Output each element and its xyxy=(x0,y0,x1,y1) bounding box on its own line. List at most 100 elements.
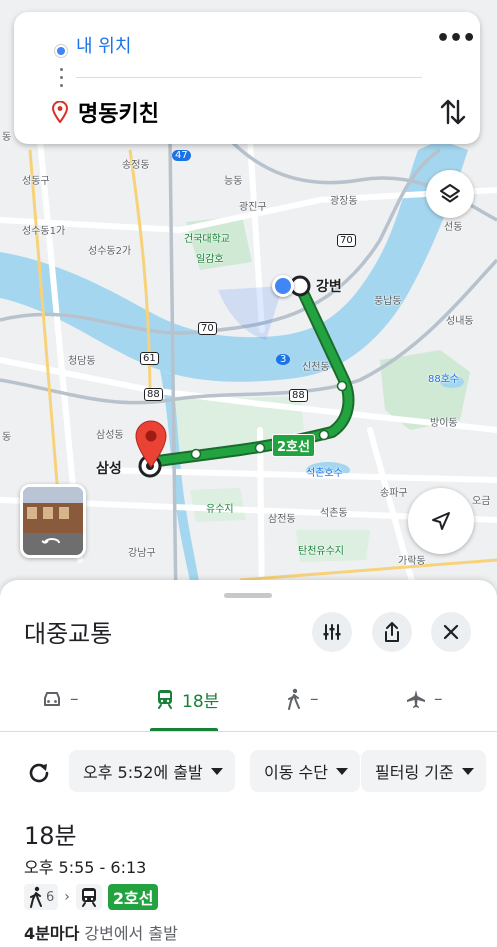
frequency-origin: 강변에서 출발 xyxy=(79,924,178,943)
map-label: 유수지 xyxy=(206,504,234,515)
highway-shield: 47 xyxy=(172,150,191,161)
more-options-button[interactable]: ••• xyxy=(436,28,476,56)
map-label: 가락동 xyxy=(398,556,426,567)
map-label: 동 xyxy=(2,132,12,143)
filter-label: 필터링 기준 xyxy=(375,763,454,782)
divider xyxy=(76,77,422,78)
walking-icon xyxy=(30,886,42,908)
street-view-thumbnail[interactable] xyxy=(20,484,86,558)
map-label: 일감호 xyxy=(196,254,224,265)
divider xyxy=(0,731,497,732)
subway-icon xyxy=(81,888,96,907)
close-icon xyxy=(443,624,459,640)
route-time-range: 오후 5:55 - 6:13 xyxy=(24,858,147,877)
street-view-image xyxy=(23,487,83,555)
map-label: 건국대학교 xyxy=(184,234,230,245)
share-button[interactable] xyxy=(372,612,412,652)
map-label: 88호수 xyxy=(428,374,460,385)
transit-step xyxy=(75,884,102,910)
dropdown-caret-icon xyxy=(210,767,223,775)
directions-search-card: 내 위치 ••• 명동키친 xyxy=(14,12,480,144)
drag-handle[interactable] xyxy=(224,593,272,598)
map-label: 청담동 xyxy=(68,356,96,367)
depart-time-chip[interactable]: 오후 5:52에 출발 xyxy=(69,750,235,792)
swap-icon[interactable] xyxy=(438,96,468,128)
map-label: 신천동 xyxy=(302,362,330,373)
map-label: 탄천유수지 xyxy=(298,546,344,557)
chevron-right-icon: › xyxy=(64,889,70,905)
map-label: 능동 xyxy=(224,176,243,187)
map-label: 성수동1가 xyxy=(22,226,66,237)
destination-pin-small-icon xyxy=(52,101,68,123)
route-duration[interactable]: 18분 xyxy=(24,816,77,851)
route-frequency: 4분마다 강변에서 출발 xyxy=(24,920,178,944)
map-label: 석촌동 xyxy=(320,508,348,519)
close-button[interactable] xyxy=(431,612,471,652)
tab-transit[interactable]: 18분 xyxy=(156,684,219,714)
train-icon xyxy=(158,690,172,709)
map-label: 성내동 xyxy=(446,316,474,327)
start-station-label[interactable]: 강변 xyxy=(316,276,342,296)
origin-dot-icon xyxy=(55,45,67,57)
transit-mode-label: 이동 수단 xyxy=(264,763,328,782)
car-icon xyxy=(44,692,60,706)
route-steps: 6 › 2호선 xyxy=(24,883,159,911)
map-label: 강남구 xyxy=(128,548,156,559)
share-icon xyxy=(385,622,399,642)
route-options-button[interactable] xyxy=(312,612,352,652)
refresh-icon[interactable] xyxy=(26,760,52,786)
route-line-badge: 2호선 xyxy=(272,434,315,457)
highway-shield: 61 xyxy=(140,352,159,365)
navigate-button[interactable] xyxy=(408,488,474,554)
sheet-title: 대중교통 xyxy=(24,620,113,648)
map-label: 성동구 xyxy=(22,176,50,187)
airplane-icon xyxy=(407,690,425,708)
walking-icon xyxy=(288,688,300,710)
navigation-arrow-icon xyxy=(432,512,450,530)
tab-flights[interactable]: – xyxy=(406,684,443,714)
subway-line-badge: 2호선 xyxy=(107,884,159,910)
highway-shield: 88 xyxy=(289,389,308,402)
walk-step: 6 xyxy=(24,884,59,910)
filter-chip[interactable]: 필터링 기준 xyxy=(361,750,486,792)
highway-shield: 70 xyxy=(337,234,356,247)
map-label: 성수동2가 xyxy=(88,246,132,257)
layers-button[interactable] xyxy=(426,170,474,218)
destination-field[interactable]: 명동키친 xyxy=(78,96,159,128)
map-label: 선동 xyxy=(444,222,463,233)
map-view[interactable]: 47 70 70 61 88 88 3 송정동 능동 성동구 광진구 광장동 구… xyxy=(0,0,497,610)
map-label: 동 xyxy=(2,432,12,443)
map-label: 송파구 xyxy=(380,488,408,499)
tab-walking-label: – xyxy=(310,689,319,709)
end-station-label[interactable]: 삼성 xyxy=(96,458,122,478)
map-label: 삼성동 xyxy=(96,430,124,441)
tab-driving-label: – xyxy=(70,689,79,709)
current-location-dot xyxy=(272,275,294,297)
dropdown-caret-icon xyxy=(461,767,474,775)
map-label: 풍납동 xyxy=(374,296,402,307)
tab-walking[interactable]: – xyxy=(286,684,319,714)
map-label: 광진구 xyxy=(239,202,267,213)
highway-shield: 88 xyxy=(144,388,163,401)
frequency-interval: 4분마다 xyxy=(24,924,80,943)
tab-transit-label: 18분 xyxy=(182,691,220,712)
sliders-icon xyxy=(323,624,341,640)
tab-driving[interactable]: – xyxy=(42,684,79,714)
map-label: 방이동 xyxy=(430,418,458,429)
map-label: 오금 xyxy=(472,496,491,507)
route-dots-icon xyxy=(60,68,63,96)
highway-shield: 70 xyxy=(198,322,217,335)
transit-mode-chip[interactable]: 이동 수단 xyxy=(250,750,360,792)
tab-flights-label: – xyxy=(434,689,443,709)
directions-sheet: 대중교통 – 18분 – – 오후 5:52에 출발 이동 수단 필터링 기준 … xyxy=(0,580,497,947)
map-label: 석촌호수 xyxy=(306,468,343,479)
origin-field[interactable]: 내 위치 xyxy=(76,32,131,58)
map-label: 광장동 xyxy=(330,196,358,207)
walk-minutes: 6 xyxy=(46,889,55,905)
map-label: 삼전동 xyxy=(268,514,296,525)
destination-pin-icon[interactable] xyxy=(134,420,168,468)
layers-icon xyxy=(440,184,460,203)
map-label: 송정동 xyxy=(122,160,150,171)
dropdown-caret-icon xyxy=(335,767,348,775)
depart-time-label: 오후 5:52에 출발 xyxy=(83,763,203,782)
